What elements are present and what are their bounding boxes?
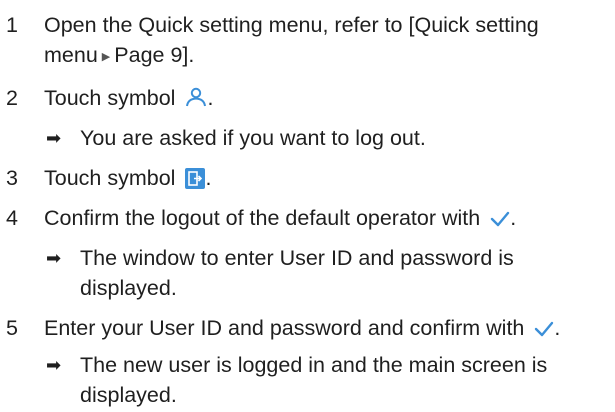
result-text-cont: displayed.: [80, 383, 177, 407]
result-text: You are asked if you want to log out.: [80, 126, 426, 150]
step-text: Enter your User ID and password and conf…: [44, 316, 525, 340]
step-text: Open the Quick setting menu, refer to [Q…: [44, 13, 539, 37]
checkmark-icon: [491, 211, 510, 227]
result-text-cont: displayed.: [80, 276, 177, 300]
step-number: 3: [6, 166, 18, 190]
step-text: Touch symbol: [44, 86, 176, 110]
step-number: 4: [6, 206, 18, 230]
step-text: Touch symbol: [44, 166, 176, 190]
result-text: The window to enter User ID and password…: [80, 246, 514, 270]
step-number: 5: [6, 316, 18, 340]
checkmark-icon: [535, 321, 554, 337]
result-text: The new user is logged in and the main s…: [80, 353, 548, 377]
cross-reference-link[interactable]: menu ▶ Page 9].: [44, 43, 194, 67]
step-text: Confirm the logout of the default operat…: [44, 206, 481, 230]
user-icon: [186, 87, 207, 107]
link-triangle-icon: ▶: [101, 51, 111, 63]
instruction-list: 1 Open the Quick setting menu, refer to …: [0, 0, 615, 412]
logout-icon: [185, 168, 206, 189]
result-arrow-icon: ➡: [46, 128, 62, 148]
result-arrow-icon: ➡: [46, 355, 62, 375]
step-number: 2: [6, 86, 18, 110]
result-arrow-icon: ➡: [46, 248, 62, 268]
step-number: 1: [6, 13, 18, 37]
